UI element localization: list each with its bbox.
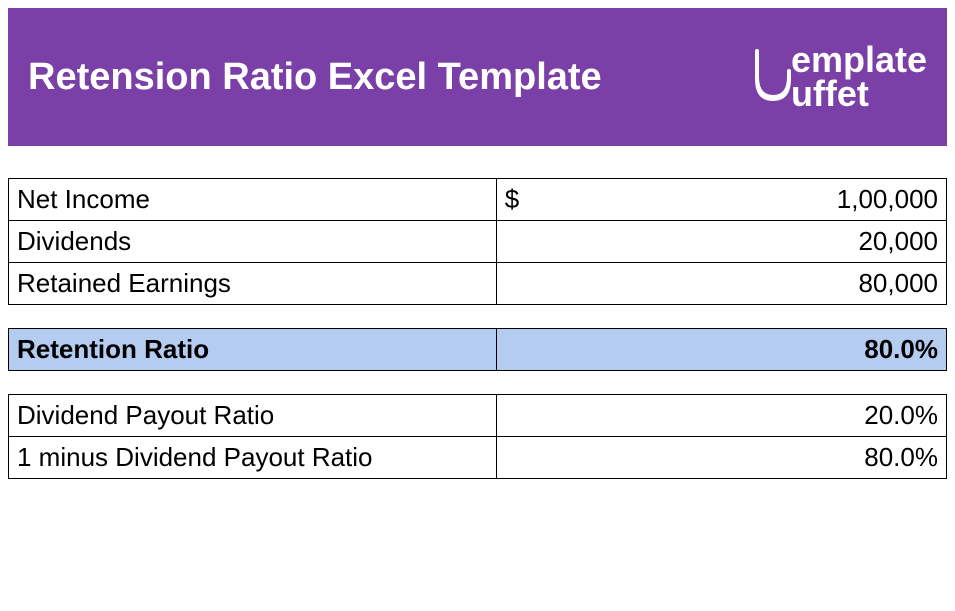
logo: emplate uffet <box>747 43 927 111</box>
spacer-row <box>9 304 947 328</box>
spoon-icon <box>747 47 795 107</box>
table-row-retained-earnings: Retained Earnings 80,000 <box>9 262 947 304</box>
dividends-value: 20,000 <box>496 220 946 262</box>
dividends-label: Dividends <box>9 220 497 262</box>
spacer-row <box>9 154 947 178</box>
logo-text: emplate uffet <box>791 43 927 111</box>
page-title: Retension Ratio Excel Template <box>28 56 602 99</box>
data-table: Net Income $ 1,00,000 Dividends 20,000 R… <box>8 154 947 479</box>
table-row-dividends: Dividends 20,000 <box>9 220 947 262</box>
one-minus-payout-label: 1 minus Dividend Payout Ratio <box>9 436 497 478</box>
header-banner: Retension Ratio Excel Template emplate u… <box>8 8 947 146</box>
table-row-retention-ratio: Retention Ratio 80.0% <box>9 328 947 370</box>
net-income-currency: $ <box>496 178 543 220</box>
logo-line1: emplate <box>791 43 927 77</box>
table-row-net-income: Net Income $ 1,00,000 <box>9 178 947 220</box>
net-income-value: 1,00,000 <box>543 178 946 220</box>
retained-earnings-value: 80,000 <box>496 262 946 304</box>
retention-ratio-label: Retention Ratio <box>9 328 497 370</box>
spacer-row <box>9 370 947 394</box>
data-table-container: Net Income $ 1,00,000 Dividends 20,000 R… <box>8 154 947 479</box>
dividend-payout-label: Dividend Payout Ratio <box>9 394 497 436</box>
net-income-label: Net Income <box>9 178 497 220</box>
table-row-one-minus-payout: 1 minus Dividend Payout Ratio 80.0% <box>9 436 947 478</box>
table-row-dividend-payout: Dividend Payout Ratio 20.0% <box>9 394 947 436</box>
retained-earnings-label: Retained Earnings <box>9 262 497 304</box>
logo-line2: uffet <box>791 77 927 111</box>
one-minus-payout-value: 80.0% <box>496 436 946 478</box>
dividend-payout-value: 20.0% <box>496 394 946 436</box>
retention-ratio-value: 80.0% <box>496 328 946 370</box>
